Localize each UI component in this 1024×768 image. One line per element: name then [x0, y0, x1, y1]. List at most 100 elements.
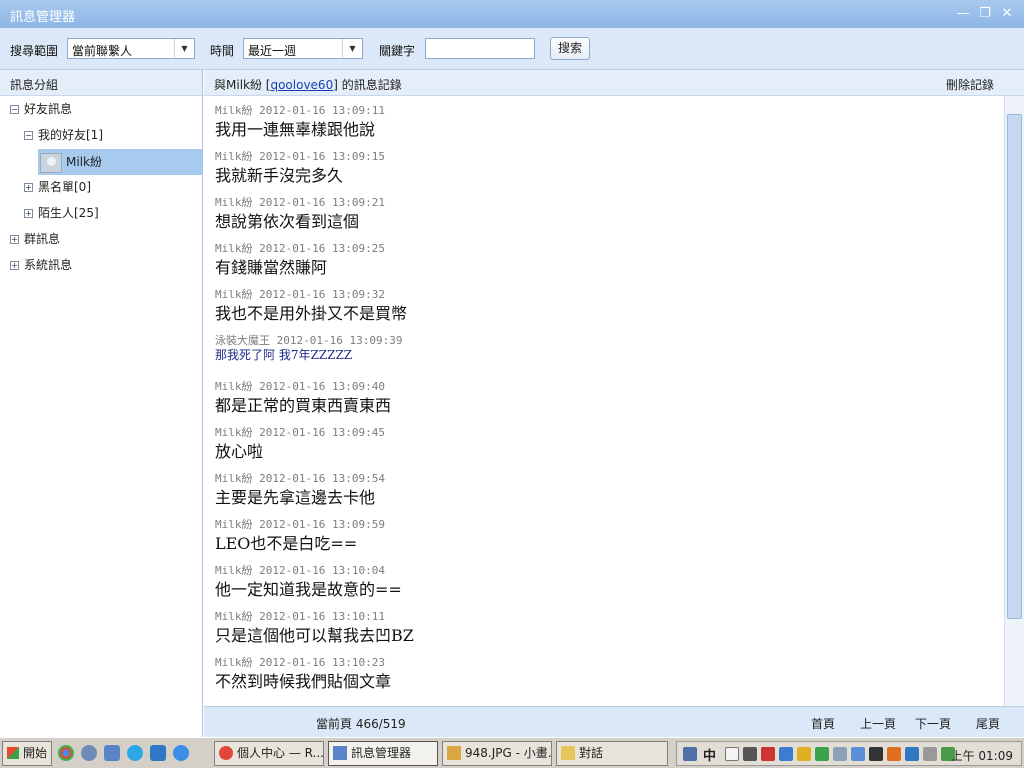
- message-item: Milk紛 2012-01-16 13:09:11 我用一連無辜樣跟他說: [215, 102, 385, 139]
- pagination-bar: 當前頁 466/519 首頁 上一頁 下一頁 尾頁: [204, 706, 1024, 737]
- antivirus-icon[interactable]: [761, 747, 775, 761]
- network-icon[interactable]: [833, 747, 847, 761]
- collapse-icon[interactable]: −: [10, 105, 19, 114]
- chevron-down-icon[interactable]: ▼: [342, 39, 362, 58]
- conversation-header: 與Milk紛 [qoolove60] 的訊息記錄 刪除記錄: [204, 70, 1024, 96]
- task-message-manager[interactable]: 訊息管理器: [328, 741, 438, 766]
- message-item: Milk紛 2012-01-16 13:09:40 都是正常的買東西賣東西: [215, 378, 391, 415]
- message-meta: Milk紛 2012-01-16 13:09:11: [215, 104, 385, 117]
- message-meta: Milk紛 2012-01-16 13:09:54: [215, 472, 385, 485]
- app-icon[interactable]: [104, 745, 120, 761]
- scope-label: 搜尋範圍: [10, 44, 59, 58]
- chevron-down-icon[interactable]: ▼: [174, 39, 194, 58]
- search-toolbar: 搜尋範圍 當前聯繫人 ▼ 時間 最近一週 ▼ 關鍵字 搜索: [0, 28, 1024, 70]
- tree-label: 群訊息: [24, 232, 61, 246]
- messenger-icon[interactable]: [150, 745, 166, 761]
- tree-contact-milk[interactable]: Milk紛: [38, 149, 202, 175]
- message-item: Milk紛 2012-01-16 13:10:11 只是這個他可以幫我去凹BZ: [215, 608, 414, 645]
- tree-label: 我的好友[1]: [38, 128, 103, 142]
- start-button[interactable]: 開始: [2, 741, 52, 766]
- message-meta: Milk紛 2012-01-16 13:10:23: [215, 656, 385, 669]
- message-meta: Milk紛 2012-01-16 13:09:32: [215, 288, 385, 301]
- next-page-link[interactable]: 下一頁: [915, 715, 951, 732]
- conversation-title: 與Milk紛 [qoolove60] 的訊息記錄: [214, 76, 402, 93]
- message-item: Milk紛 2012-01-16 13:09:25 有錢賺當然賺阿: [215, 240, 385, 277]
- message-meta: Milk紛 2012-01-16 13:09:45: [215, 426, 385, 439]
- app-tray-icon[interactable]: [887, 747, 901, 761]
- messenger-tray-icon[interactable]: [779, 747, 793, 761]
- chrome-icon[interactable]: [58, 745, 74, 761]
- first-page-link[interactable]: 首頁: [811, 715, 835, 732]
- page-indicator: 當前頁 466/519: [316, 717, 406, 731]
- system-tray: 中 上午 01:09: [676, 741, 1022, 766]
- restore-button[interactable]: ❐: [976, 5, 994, 23]
- display-icon[interactable]: [869, 747, 883, 761]
- keyboard-icon[interactable]: [743, 747, 757, 761]
- scope-value: 當前聯繫人: [72, 44, 133, 58]
- vertical-scrollbar[interactable]: [1004, 96, 1024, 706]
- update-icon[interactable]: [851, 747, 865, 761]
- group-sidebar: 訊息分組 − 好友訊息 − 我的好友[1] Milk紛 + 黑名單[0] + 陌生人[2…: [0, 70, 203, 737]
- tree-friend-messages[interactable]: − 好友訊息: [10, 98, 195, 120]
- last-page-link[interactable]: 尾頁: [976, 715, 1000, 732]
- task-chrome[interactable]: 個人中心 — R...: [214, 741, 324, 766]
- title-prefix: 與Milk紛 [: [214, 78, 271, 92]
- prev-page-link[interactable]: 上一頁: [860, 715, 896, 732]
- message-text: 我也不是用外掛又不是買幣: [215, 304, 408, 323]
- delete-records-button[interactable]: 刪除記錄: [946, 76, 994, 93]
- contact-id-link[interactable]: qoolove60: [270, 78, 333, 92]
- scope-select[interactable]: 當前聯繫人 ▼: [67, 38, 195, 59]
- scrollbar-thumb[interactable]: [1007, 114, 1022, 619]
- message-meta: Milk紛 2012-01-16 13:09:25: [215, 242, 385, 255]
- qq-icon[interactable]: [797, 747, 811, 761]
- expand-icon[interactable]: +: [24, 209, 33, 218]
- message-item: Milk紛 2012-01-16 13:09:15 我就新手沒完多久: [215, 148, 385, 185]
- keyword-label: 關鍵字: [379, 44, 416, 58]
- title-suffix: ] 的訊息記錄: [333, 78, 402, 92]
- paint-icon: [447, 746, 461, 760]
- language-bar-icon[interactable]: [683, 747, 697, 761]
- message-item: Milk紛 2012-01-16 13:09:59 LEO也不是白吃==: [215, 516, 385, 553]
- tree-my-friends[interactable]: − 我的好友[1]: [24, 124, 194, 146]
- chrome-icon: [219, 746, 233, 760]
- ime-indicator[interactable]: 中: [703, 745, 716, 764]
- task-label: 948.JPG - 小畫...: [465, 746, 552, 760]
- message-text: 他一定知道我是故意的==: [215, 580, 402, 599]
- expand-icon[interactable]: +: [10, 235, 19, 244]
- shield-icon[interactable]: [815, 747, 829, 761]
- tree-group-messages[interactable]: + 群訊息: [10, 228, 195, 250]
- tree-label: 好友訊息: [24, 102, 73, 116]
- collapse-icon[interactable]: −: [24, 131, 33, 140]
- task-paint[interactable]: 948.JPG - 小畫...: [442, 741, 552, 766]
- skype-icon[interactable]: [127, 745, 143, 761]
- tree-blacklist[interactable]: + 黑名單[0]: [24, 176, 194, 198]
- tree-strangers[interactable]: + 陌生人[25]: [24, 202, 194, 224]
- task-label: 對話: [579, 746, 604, 760]
- media-player-icon[interactable]: [81, 745, 97, 761]
- message-item: Milk紛 2012-01-16 13:10:04 他一定知道我是故意的==: [215, 562, 402, 599]
- title-bar: 訊息管理器 — ❐ ✕: [0, 0, 1024, 28]
- messenger-tray-icon[interactable]: [905, 747, 919, 761]
- settings-tray-icon[interactable]: [923, 747, 937, 761]
- tree-system-messages[interactable]: + 系統訊息: [10, 254, 195, 276]
- window-title: 訊息管理器: [10, 10, 76, 25]
- expand-icon[interactable]: +: [24, 183, 33, 192]
- message-text: 想說第依次看到這個: [215, 212, 360, 231]
- task-dialog[interactable]: 對話: [556, 741, 668, 766]
- search-button[interactable]: 搜索: [550, 37, 590, 60]
- keyword-input[interactable]: [425, 38, 535, 59]
- time-select[interactable]: 最近一週 ▼: [243, 38, 363, 59]
- message-meta: Milk紛 2012-01-16 13:10:11: [215, 610, 385, 623]
- message-item-self: 泳裝大魔王 2012-01-16 13:09:39 那我死了阿 我7年ZZZZZ: [215, 332, 402, 364]
- ime-mode-icon[interactable]: [725, 747, 739, 761]
- message-meta: Milk紛 2012-01-16 13:09:59: [215, 518, 385, 531]
- message-meta: Milk紛 2012-01-16 13:10:04: [215, 564, 385, 577]
- ie-icon[interactable]: [173, 745, 189, 761]
- avatar: [40, 152, 62, 173]
- close-button[interactable]: ✕: [998, 5, 1016, 23]
- minimize-button[interactable]: —: [954, 5, 972, 23]
- message-list: Milk紛 2012-01-16 13:09:11 我用一連無辜樣跟他說 Mil…: [204, 96, 1004, 706]
- message-text: LEO也不是白吃==: [215, 534, 358, 553]
- system-clock: 上午 01:09: [950, 749, 1013, 763]
- expand-icon[interactable]: +: [10, 261, 19, 270]
